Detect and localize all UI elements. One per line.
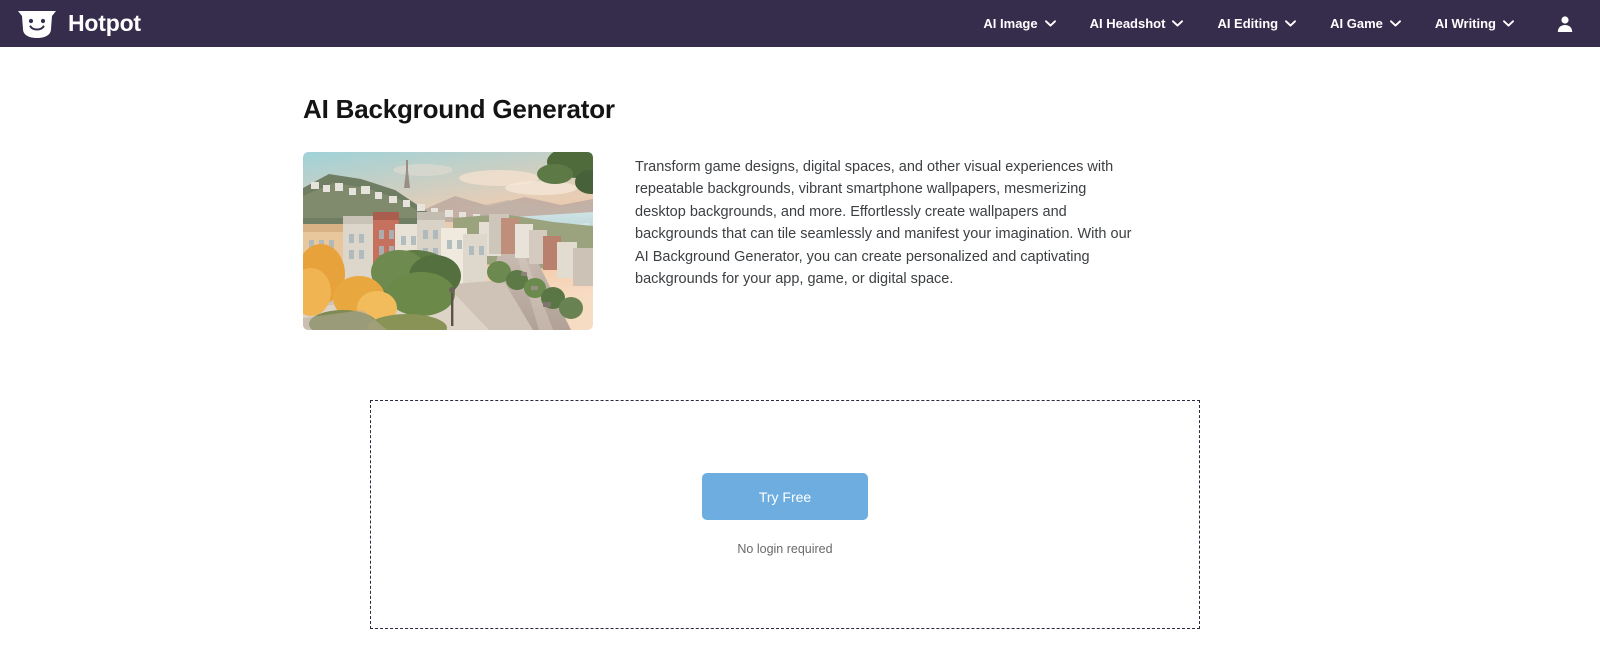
nav-item-ai-game[interactable]: AI Game [1330, 16, 1401, 31]
no-login-note: No login required [737, 542, 833, 556]
chevron-down-icon [1285, 20, 1297, 27]
account-button[interactable] [1552, 11, 1578, 37]
main-nav: AI Image AI Headshot AI Editing AI Game [983, 11, 1578, 37]
nav-label: AI Image [983, 16, 1038, 31]
chevron-down-icon [1044, 20, 1056, 27]
brand-logo-link[interactable]: Hotpot [16, 9, 141, 39]
nav-label: AI Headshot [1089, 16, 1166, 31]
chevron-down-icon [1503, 20, 1514, 27]
page-content: AI Background Generator Transform game d… [0, 94, 1600, 330]
top-navigation-bar: Hotpot AI Image AI Headshot AI Editing A… [0, 0, 1600, 47]
chevron-down-icon [1172, 20, 1184, 27]
user-account-icon [1556, 15, 1574, 33]
page-description: Transform game designs, digital spaces, … [635, 159, 1132, 288]
upload-area-wrapper: Try Free No login required [0, 400, 1600, 629]
brand-name: Hotpot [68, 10, 141, 36]
nav-label: AI Editing [1217, 16, 1279, 31]
upload-dropzone[interactable]: Try Free No login required [370, 400, 1200, 629]
chevron-down-icon [1389, 20, 1401, 27]
page-title: AI Background Generator [303, 94, 615, 124]
nav-item-ai-editing[interactable]: AI Editing [1217, 16, 1297, 31]
nav-label: AI Game [1330, 16, 1383, 31]
try-free-button[interactable]: Try Free [702, 473, 868, 520]
nav-item-ai-writing[interactable]: AI Writing [1435, 16, 1514, 31]
hero-section: Transform game designs, digital spaces, … [303, 152, 1600, 330]
nav-label: AI Writing [1434, 16, 1496, 31]
nav-item-ai-image[interactable]: AI Image [983, 16, 1056, 31]
hotpot-smiley-pot-icon [16, 9, 58, 39]
hero-illustration-image [303, 152, 593, 330]
nav-item-ai-headshot[interactable]: AI Headshot [1090, 16, 1184, 31]
